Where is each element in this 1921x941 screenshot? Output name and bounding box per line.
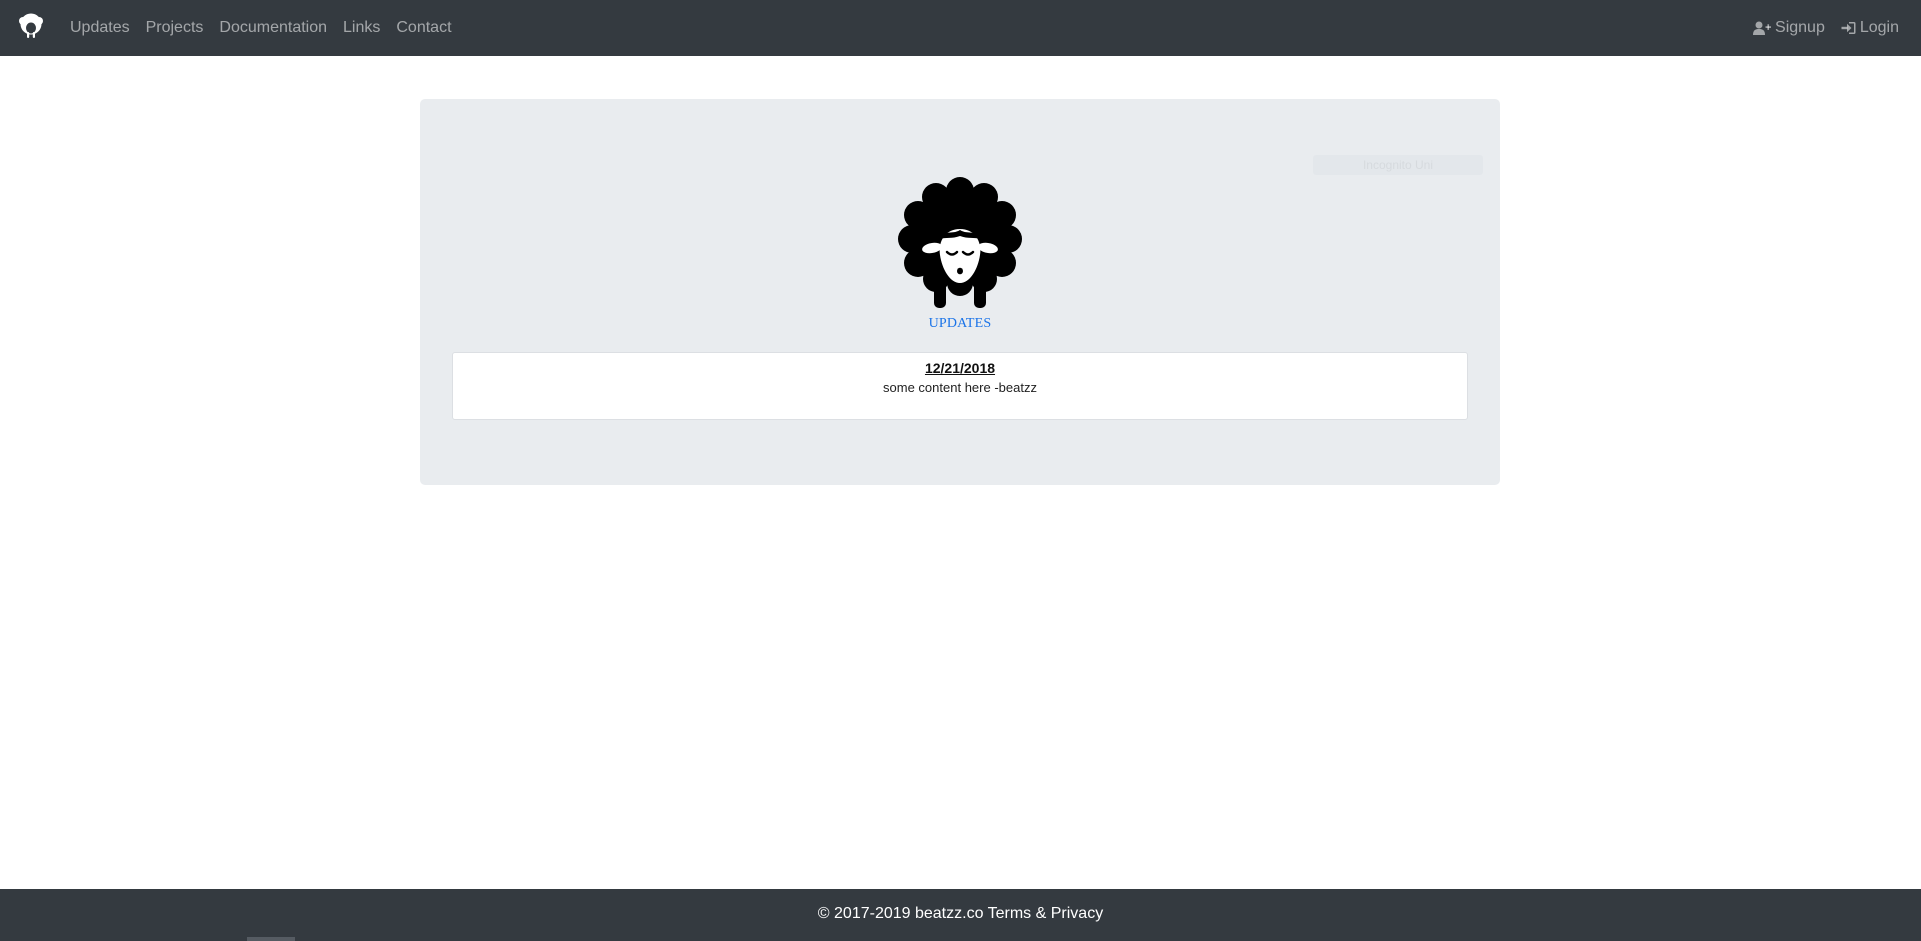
- brand-logo[interactable]: [16, 12, 46, 42]
- nav-documentation[interactable]: Documentation: [211, 19, 335, 37]
- login-link[interactable]: Login: [1825, 19, 1899, 37]
- section-title: UPDATES: [928, 316, 992, 331]
- horizontal-scrollbar-thumb[interactable]: [247, 937, 295, 941]
- update-date: 12/21/2018: [924, 360, 996, 376]
- top-navbar: Updates Projects Documentation Links Con…: [0, 0, 1921, 56]
- nav-links[interactable]: Links: [335, 19, 388, 37]
- main-nav: Updates Projects Documentation Links Con…: [62, 0, 460, 56]
- user-plus-icon: [1753, 21, 1772, 35]
- ghost-badge: Incognito Uni: [1313, 155, 1483, 175]
- nav-projects[interactable]: Projects: [138, 19, 212, 37]
- sign-in-icon: [1841, 22, 1856, 34]
- sheep-icon: [898, 177, 1022, 308]
- signup-label: Signup: [1775, 19, 1825, 36]
- update-content: some content here -beatzz: [883, 380, 1037, 395]
- footer-copyright: © 2017-2019 beatzz.co: [817, 905, 984, 922]
- auth-nav: Signup Login: [1737, 0, 1899, 56]
- login-label: Login: [1859, 19, 1899, 36]
- sheep-icon: [19, 13, 43, 38]
- terms-privacy-link[interactable]: Terms & Privacy: [988, 905, 1104, 922]
- signup-link[interactable]: Signup: [1737, 19, 1825, 37]
- update-card: 12/21/2018 some content here -beatzz: [452, 352, 1468, 420]
- nav-updates[interactable]: Updates: [62, 19, 138, 37]
- nav-contact[interactable]: Contact: [388, 19, 459, 37]
- updates-panel: Incognito Uni UPDATES 12/21/2018 some co…: [420, 99, 1500, 485]
- footer: © 2017-2019 beatzz.co Terms & Privacy: [0, 889, 1921, 941]
